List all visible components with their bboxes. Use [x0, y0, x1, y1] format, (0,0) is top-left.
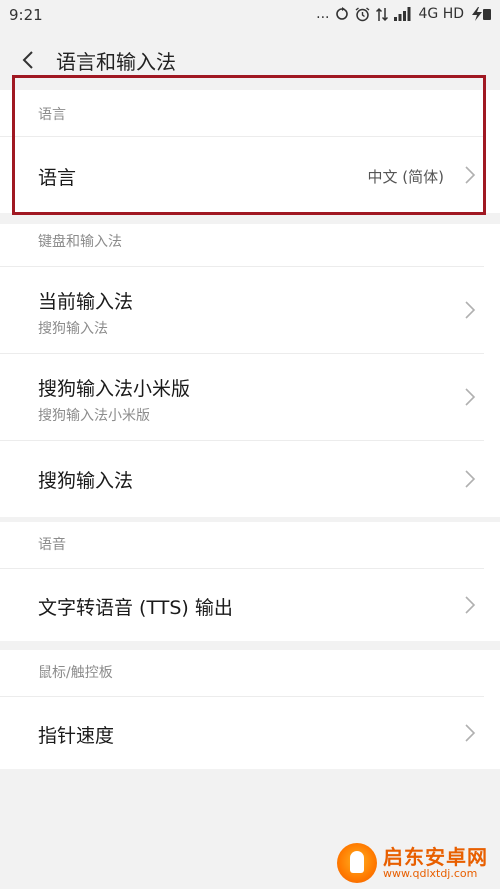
chevron-right-icon — [465, 166, 476, 184]
watermark-logo-icon — [337, 843, 377, 883]
tts-output-row[interactable]: 文字转语音 (TTS) 输出 — [0, 569, 484, 641]
sogou-ime-row[interactable]: 搜狗输入法 — [0, 441, 484, 517]
network-type: 4G HD — [418, 6, 464, 22]
section-speech: 语音 文字转语音 (TTS) 输出 — [0, 522, 500, 641]
title-bar: 语言和输入法 — [0, 32, 500, 88]
watermark-text: 启东安卓网 www.qdlxtdj.com — [383, 846, 488, 880]
row-label: 指针速度 — [38, 725, 115, 747]
section-header: 鼠标/触控板 — [0, 650, 484, 697]
sogou-mi-ime-row[interactable]: 搜狗输入法小米版 搜狗输入法小米版 — [0, 354, 484, 441]
language-row[interactable]: 语言 中文 (简体) — [0, 137, 484, 213]
watermark-title: 启东安卓网 — [383, 844, 488, 869]
back-button[interactable] — [16, 44, 44, 76]
row-label: 搜狗输入法小米版 — [38, 378, 191, 400]
watermark: 启东安卓网 www.qdlxtdj.com — [337, 843, 488, 883]
pointer-speed-row[interactable]: 指针速度 — [0, 697, 484, 769]
battery-charging-icon — [472, 7, 491, 21]
current-ime-row[interactable]: 当前输入法 搜狗输入法 — [0, 267, 484, 354]
section-header: 语言 — [0, 90, 484, 137]
status-bar: 9:21 ... 4G HD — [0, 0, 500, 32]
status-time: 9:21 — [9, 6, 43, 24]
section-header: 键盘和输入法 — [0, 224, 484, 267]
chevron-right-icon — [465, 388, 476, 406]
section-keyboard: 键盘和输入法 当前输入法 搜狗输入法 搜狗输入法小米版 搜狗输入法小米版 搜狗输… — [0, 224, 500, 517]
sync-icon — [336, 7, 349, 20]
row-label: 当前输入法 — [38, 291, 134, 313]
row-label: 文字转语音 (TTS) 输出 — [38, 597, 233, 619]
chevron-right-icon — [465, 596, 476, 614]
data-transfer-icon — [376, 7, 389, 21]
row-value: 中文 (简体) — [367, 168, 444, 186]
alarm-icon — [356, 6, 370, 21]
row-subtitle: 搜狗输入法 — [38, 321, 108, 337]
row-label: 搜狗输入法 — [38, 470, 134, 492]
chevron-right-icon — [465, 301, 476, 319]
chevron-left-icon — [22, 51, 33, 69]
row-label: 语言 — [38, 167, 77, 189]
page-title: 语言和输入法 — [56, 50, 176, 74]
row-subtitle: 搜狗输入法小米版 — [38, 408, 150, 424]
signal-icon — [394, 7, 411, 21]
chevron-right-icon — [465, 470, 476, 488]
watermark-url: www.qdlxtdj.com — [383, 866, 478, 880]
section-mouse: 鼠标/触控板 指针速度 — [0, 650, 500, 769]
section-header: 语音 — [0, 522, 484, 569]
more-notifications-icon: ... — [316, 6, 330, 22]
status-icons: ... 4G HD — [316, 6, 492, 22]
section-language: 语言 语言 中文 (简体) — [0, 90, 500, 213]
chevron-right-icon — [465, 724, 476, 742]
